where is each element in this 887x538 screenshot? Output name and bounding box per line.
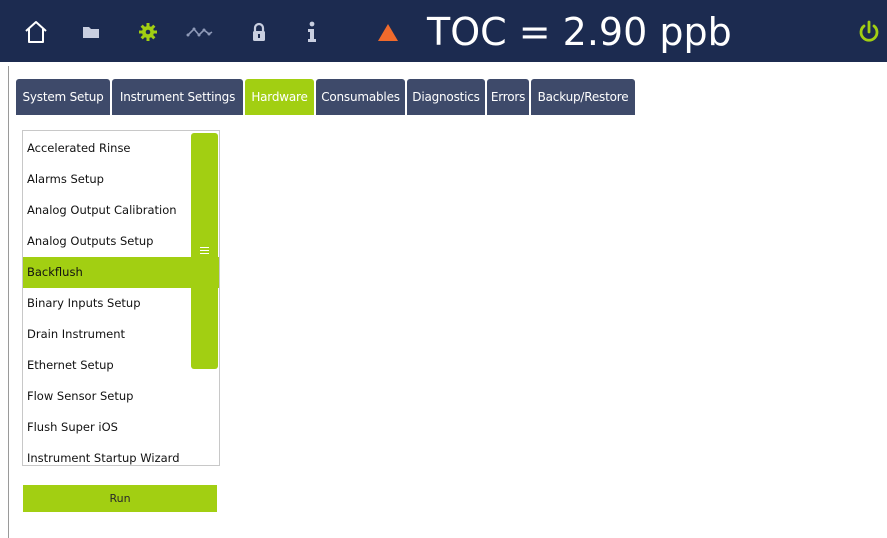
- list-item-drain-instrument[interactable]: Drain Instrument: [23, 319, 219, 350]
- tab-errors[interactable]: Errors: [487, 79, 529, 115]
- tab-consumables[interactable]: Consumables: [316, 79, 405, 115]
- tab-system-setup[interactable]: System Setup: [16, 79, 110, 115]
- list-item-ethernet-setup[interactable]: Ethernet Setup: [23, 350, 219, 381]
- list-item-analog-outputs-setup[interactable]: Analog Outputs Setup: [23, 226, 219, 257]
- tab-backup-restore[interactable]: Backup/Restore: [531, 79, 635, 115]
- left-divider: [8, 66, 9, 538]
- list-item-flow-sensor-setup[interactable]: Flow Sensor Setup: [23, 381, 219, 412]
- tab-hardware[interactable]: Hardware: [245, 79, 314, 115]
- folder-icon[interactable]: [77, 18, 105, 46]
- tab-diagnostics[interactable]: Diagnostics: [407, 79, 485, 115]
- list-item-flush-super-ios[interactable]: Flush Super iOS: [23, 412, 219, 443]
- hardware-function-list[interactable]: Accelerated Rinse Alarms Setup Analog Ou…: [22, 130, 220, 466]
- run-button[interactable]: Run: [23, 485, 217, 512]
- home-icon[interactable]: [22, 18, 50, 46]
- list-scrollbar-thumb[interactable]: [191, 133, 218, 369]
- power-icon[interactable]: [855, 18, 883, 46]
- lock-icon[interactable]: [245, 18, 273, 46]
- list-item-alarms-setup[interactable]: Alarms Setup: [23, 164, 219, 195]
- grip-icon: [200, 247, 209, 255]
- list-item-analog-output-calibration[interactable]: Analog Output Calibration: [23, 195, 219, 226]
- info-icon[interactable]: [298, 18, 326, 46]
- trend-icon[interactable]: [186, 18, 214, 46]
- list-item-backflush[interactable]: Backflush: [23, 257, 219, 288]
- list-item-instrument-startup-wizard[interactable]: Instrument Startup Wizard: [23, 443, 219, 465]
- list-item-binary-inputs-setup[interactable]: Binary Inputs Setup: [23, 288, 219, 319]
- toc-status-text: TOC = 2.90 ppb: [427, 10, 732, 54]
- tab-instrument-settings[interactable]: Instrument Settings: [112, 79, 243, 115]
- warning-icon[interactable]: [374, 18, 402, 46]
- top-bar: TOC = 2.90 ppb: [0, 0, 887, 62]
- gear-icon[interactable]: [134, 18, 162, 46]
- list-item-accelerated-rinse[interactable]: Accelerated Rinse: [23, 133, 219, 164]
